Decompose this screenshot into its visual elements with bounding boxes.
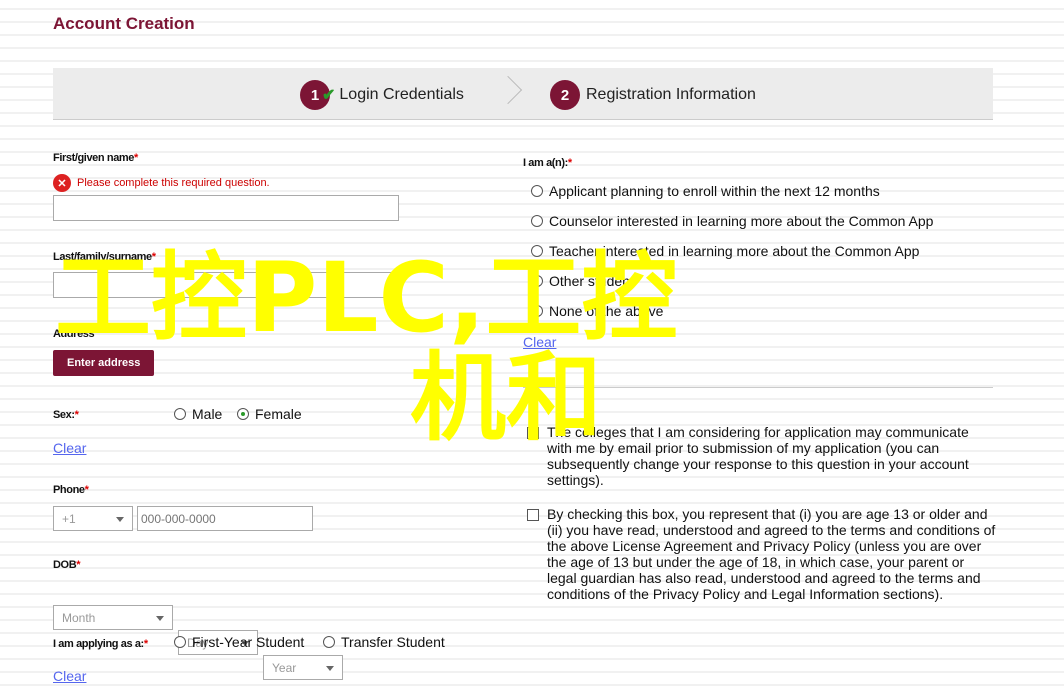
radio-button[interactable] bbox=[323, 636, 335, 648]
checkmark-icon: ✔ bbox=[322, 87, 336, 104]
option-label: Other student bbox=[549, 273, 634, 289]
radio-button[interactable] bbox=[237, 408, 249, 420]
radio-button[interactable] bbox=[531, 245, 543, 257]
consent-age-checkbox[interactable] bbox=[527, 509, 539, 521]
iam-label: I am a(n):* bbox=[523, 157, 572, 169]
radio-first-year[interactable]: First-Year Student bbox=[174, 634, 304, 650]
consent-communicate-checkbox[interactable]: ✔ bbox=[527, 427, 539, 439]
last-name-label: Last/family/surname* bbox=[53, 251, 156, 263]
consent-age-terms: By checking this box, you represent that… bbox=[527, 506, 997, 602]
applying-label: I am applying as a:* bbox=[53, 638, 148, 650]
month-select[interactable]: Month bbox=[53, 605, 173, 630]
clear-applying-link[interactable]: Clear bbox=[53, 668, 86, 684]
country-code-select[interactable]: +1 bbox=[53, 506, 133, 531]
option-label: None of the above bbox=[549, 303, 664, 319]
phone-input[interactable] bbox=[137, 506, 313, 531]
step-login-credentials[interactable]: 1 ✔ Login Credentials bbox=[300, 80, 464, 110]
last-name-input[interactable] bbox=[53, 272, 399, 298]
chevron-right-icon bbox=[493, 75, 523, 105]
radio-button[interactable] bbox=[531, 305, 543, 317]
clear-iam-link[interactable]: Clear bbox=[523, 334, 556, 350]
year-select[interactable]: Year bbox=[263, 655, 343, 680]
radio-other-student[interactable]: Other student bbox=[531, 273, 634, 289]
first-name-label: First/given name* bbox=[53, 152, 138, 164]
page-title: Account Creation bbox=[53, 14, 195, 33]
first-name-input[interactable] bbox=[53, 195, 399, 221]
radio-button[interactable] bbox=[531, 215, 543, 227]
watermark-line: 工控PLC,工控 bbox=[55, 242, 678, 354]
radio-counselor[interactable]: Counselor interested in learning more ab… bbox=[531, 213, 933, 229]
progress-steps: 1 ✔ Login Credentials 2 Registration Inf… bbox=[53, 68, 993, 120]
phone-label: Phone* bbox=[53, 484, 89, 496]
option-label: Female bbox=[255, 406, 302, 422]
step-label: Registration Information bbox=[586, 86, 756, 103]
option-label: Counselor interested in learning more ab… bbox=[549, 213, 934, 229]
consent-communicate: ✔ The colleges that I am considering for… bbox=[527, 424, 987, 488]
consent-text: The colleges that I am considering for a… bbox=[547, 424, 969, 488]
error-icon: ✕ bbox=[53, 174, 71, 192]
enter-address-button[interactable]: Enter address bbox=[53, 350, 155, 376]
error-message: ✕ Please complete this required question. bbox=[53, 174, 270, 192]
address-label: Address bbox=[53, 328, 95, 340]
divider bbox=[523, 387, 993, 388]
option-label: First-Year Student bbox=[192, 634, 305, 650]
dob-label: DOB* bbox=[53, 559, 81, 571]
radio-button[interactable] bbox=[174, 636, 186, 648]
sex-label: Sex:* bbox=[53, 409, 79, 421]
radio-transfer[interactable]: Transfer Student bbox=[323, 634, 445, 650]
option-label: Transfer Student bbox=[341, 634, 445, 650]
option-label: Male bbox=[192, 406, 223, 422]
radio-teacher[interactable]: Teacher interested in learning more abou… bbox=[531, 243, 919, 259]
option-label: Applicant planning to enroll within the … bbox=[549, 183, 880, 199]
consent-text: By checking this box, you represent that… bbox=[547, 506, 996, 602]
radio-none[interactable]: None of the above bbox=[531, 303, 663, 319]
option-label: Teacher interested in learning more abou… bbox=[549, 243, 920, 259]
step-number: 2 bbox=[550, 80, 580, 110]
radio-applicant[interactable]: Applicant planning to enroll within the … bbox=[531, 183, 880, 199]
radio-button[interactable] bbox=[174, 408, 186, 420]
radio-female[interactable]: Female bbox=[237, 406, 302, 422]
radio-button[interactable] bbox=[531, 185, 543, 197]
step-registration-information[interactable]: 2 Registration Information bbox=[550, 80, 756, 110]
step-label: Login Credentials bbox=[339, 86, 464, 103]
clear-sex-link[interactable]: Clear bbox=[53, 440, 86, 456]
radio-male[interactable]: Male bbox=[174, 406, 222, 422]
radio-button[interactable] bbox=[531, 275, 543, 287]
